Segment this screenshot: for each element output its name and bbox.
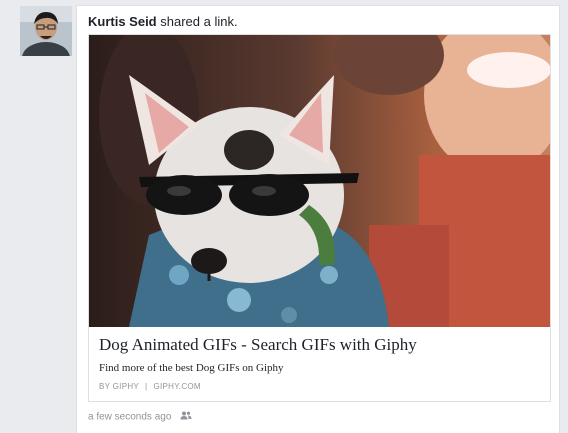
link-description: Find more of the best Dog GIFs on Giphy — [99, 362, 284, 374]
link-preview-text: Dog Animated GIFs - Search GIFs with Gip… — [99, 335, 540, 391]
link-source: BY GIPHY | GIPHY.COM — [99, 382, 540, 391]
friends-icon[interactable] — [180, 411, 192, 423]
link-source-domain: GIPHY.COM — [153, 382, 201, 391]
link-preview-image[interactable] — [89, 35, 550, 327]
source-separator: | — [145, 382, 148, 391]
shared-post: Kurtis Seid shared a link. Dog Animated … — [76, 5, 560, 433]
post-header: Kurtis Seid shared a link. — [88, 14, 238, 29]
author-name[interactable]: Kurtis Seid — [88, 14, 157, 29]
post-footer: a few seconds ago — [88, 411, 192, 423]
link-title[interactable]: Dog Animated GIFs - Search GIFs with Gip… — [99, 335, 540, 355]
post-timestamp[interactable]: a few seconds ago — [88, 412, 171, 423]
link-source-by: BY GIPHY — [99, 382, 140, 391]
post-action-text: shared a link. — [160, 14, 238, 29]
link-preview-card[interactable]: Dog Animated GIFs - Search GIFs with Gip… — [88, 34, 551, 402]
author-avatar[interactable] — [20, 6, 72, 56]
